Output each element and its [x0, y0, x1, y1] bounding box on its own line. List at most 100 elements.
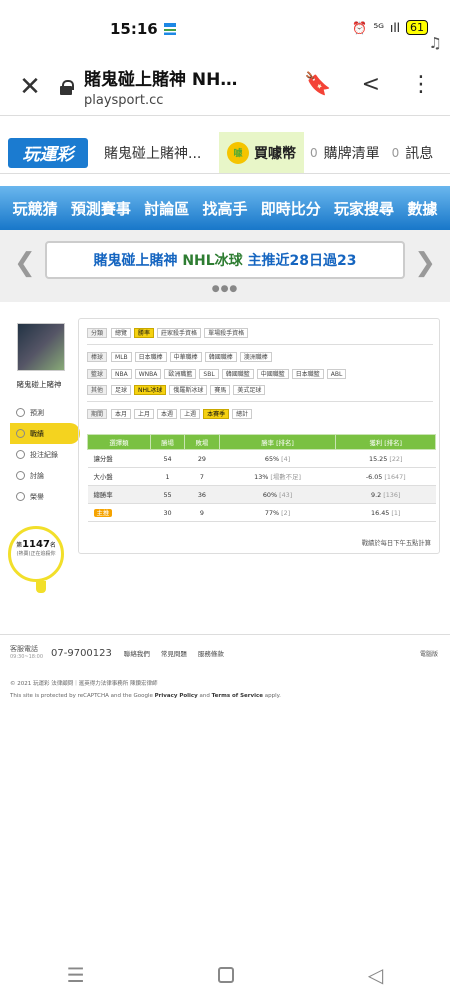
- table-row: 主推 30 9 77% [2] 16.45 [1]: [87, 503, 436, 522]
- filter-chip[interactable]: 歐洲職籃: [164, 368, 197, 379]
- filter-chip[interactable]: 總覽: [111, 328, 132, 338]
- sidebar-item-label: 榮譽: [30, 492, 44, 501]
- filter-chip[interactable]: NBA: [111, 368, 132, 379]
- privacy-link[interactable]: Privacy Policy: [155, 693, 198, 699]
- banner-message[interactable]: 賭鬼碰上賭神 NHL冰球 主推近28日過23: [45, 241, 405, 279]
- filter-chip[interactable]: SBL: [199, 368, 219, 379]
- nav-item[interactable]: 玩競猜: [13, 198, 58, 219]
- header-user-name[interactable]: 賭鬼碰上賭神...: [104, 143, 214, 163]
- footer-link-faq[interactable]: 常見問題: [161, 648, 187, 658]
- cart-button[interactable]: 0 購牌清單: [304, 143, 386, 163]
- message-count: 0: [391, 145, 400, 160]
- filter-chip[interactable]: WNBA: [134, 368, 162, 379]
- filter-chip[interactable]: 莊家殺手資格: [157, 328, 202, 338]
- sidebar-item-label: 討論: [30, 471, 44, 480]
- bulb-icon: [36, 581, 46, 593]
- sidebar-item-bet-history[interactable]: 投注紀錄: [10, 444, 68, 465]
- filter-basketball: 籃球 NBA WNBA 歐洲職籃 SBL 韓國職籃 中國職籃 日本職籃 ABL: [87, 366, 433, 382]
- footer-link-terms[interactable]: 服務條款: [198, 648, 224, 658]
- filter-chip-selected[interactable]: NHL冰球: [134, 385, 167, 395]
- filter-chip[interactable]: 韓國職籃: [221, 368, 254, 379]
- nav-item[interactable]: 討論區: [144, 198, 189, 219]
- filter-chip[interactable]: ABL: [326, 368, 347, 379]
- sidebar-item-honor[interactable]: 榮譽: [10, 486, 68, 507]
- sidebar-item-label: 預測: [30, 408, 44, 417]
- row-profit: 16.45 [1]: [335, 503, 436, 522]
- filter-chip[interactable]: 足球: [111, 385, 132, 395]
- sidebar-item-discussion[interactable]: 討論: [10, 465, 68, 486]
- table-row: 讓分盤 54 29 65% [4] 15.25 [22]: [87, 449, 436, 468]
- filter-chip[interactable]: 本月: [111, 409, 132, 419]
- filter-chip[interactable]: 韓國職棒: [204, 352, 237, 362]
- filter-chip[interactable]: 賽馬: [210, 385, 231, 395]
- rank-bulb[interactable]: 第1147名 (熱賣)正在追殺你: [8, 526, 64, 593]
- filter-chip[interactable]: 中華職棒: [169, 352, 202, 362]
- recaptcha-note: This site is protected by reCAPTCHA and …: [10, 693, 440, 699]
- alarm-icon: ⏰: [352, 20, 368, 35]
- chevron-left-icon[interactable]: ❮: [14, 248, 36, 278]
- filter-chip[interactable]: 俄羅斯冰球: [169, 385, 208, 395]
- row-type: 總勝率: [87, 485, 151, 504]
- user-name: 賭鬼碰上賭神: [16, 380, 62, 389]
- row-lose: 29: [184, 449, 220, 468]
- row-type: 主推: [87, 503, 151, 522]
- terms-link[interactable]: Terms of Service: [212, 693, 263, 699]
- avatar[interactable]: [17, 323, 65, 371]
- sidebar-item-predict[interactable]: 預測: [10, 402, 68, 423]
- row-lose: 36: [184, 485, 220, 504]
- filter-chip[interactable]: MLB: [111, 352, 132, 362]
- filter-chip[interactable]: 美式足球: [233, 385, 266, 395]
- share-icon[interactable]: <: [362, 72, 380, 97]
- page-title-block[interactable]: 賭鬼碰上賭神 NH… playsport.cc: [84, 65, 237, 108]
- row-type: 讓分盤: [87, 449, 151, 468]
- service-phone[interactable]: 07-9700123: [51, 648, 112, 659]
- filter-chip[interactable]: 上週: [180, 409, 201, 419]
- home-icon[interactable]: [218, 967, 235, 983]
- profit-rank: [1]: [391, 508, 401, 517]
- footer: 客服電話 09:30~18:00 07-9700123 聯絡我們 常見問題 服務條…: [0, 634, 450, 709]
- filter-chip[interactable]: 澳洲職棒: [239, 352, 272, 362]
- banner-dots: ●●●: [211, 284, 239, 294]
- page-url: playsport.cc: [84, 93, 164, 108]
- close-icon[interactable]: ✕: [0, 72, 60, 102]
- filter-chip[interactable]: 日本職籃: [291, 368, 324, 379]
- nav-item[interactable]: 玩家搜尋: [334, 198, 394, 219]
- content-area: 賭鬼碰上賭神 預測 戰績 投注紀錄 討論 榮譽 第1147名 (熱賣)正在追殺你…: [0, 318, 450, 618]
- main-pick-badge: 主推: [93, 509, 113, 517]
- chevron-right-icon[interactable]: ❯: [414, 248, 436, 278]
- footer-link-contact[interactable]: 聯絡我們: [124, 648, 150, 658]
- main-nav: 玩競猜 預測賽事 討論區 找高手 即時比分 玩家搜尋 數據: [0, 186, 450, 230]
- battery-icon: 61: [406, 20, 428, 35]
- nav-item[interactable]: 找高手: [202, 198, 247, 219]
- site-logo[interactable]: 玩運彩: [8, 137, 88, 168]
- nav-item[interactable]: 即時比分: [261, 198, 321, 219]
- filter-chip[interactable]: 本週: [157, 409, 178, 419]
- sidebar-item-record[interactable]: 戰績: [10, 423, 80, 444]
- message-label: 訊息: [405, 145, 434, 162]
- row-lose: 9: [184, 503, 220, 522]
- user-sidebar: 賭鬼碰上賭神 預測 戰績 投注紀錄 討論 榮譽: [10, 318, 80, 507]
- profit-value: 16.45: [371, 508, 390, 517]
- banner-name: 賭鬼碰上賭神: [93, 253, 178, 269]
- divider: [87, 344, 433, 345]
- filter-chip[interactable]: 中國職籃: [256, 368, 289, 379]
- menu-icon[interactable]: ⋮: [410, 72, 432, 97]
- recaptcha-and: and: [199, 693, 210, 699]
- filter-chip-selected[interactable]: 勝率: [134, 328, 155, 338]
- nav-item[interactable]: 預測賽事: [71, 198, 131, 219]
- buy-coin-button[interactable]: 噱買噱幣: [219, 132, 304, 173]
- back-icon[interactable]: ◁: [368, 963, 383, 987]
- bookmark-icon[interactable]: 🔖: [304, 72, 331, 97]
- record-table: 選擇類 勝場 敗場 勝率 [排名] 獲利 [排名] 讓分盤 54 29 65% …: [87, 434, 436, 522]
- nav-item[interactable]: 數據: [407, 198, 437, 219]
- filter-chip[interactable]: 單場殺手資格: [204, 328, 249, 338]
- filter-chip-selected[interactable]: 本賽季: [203, 409, 230, 419]
- recent-apps-icon[interactable]: ☰: [67, 963, 85, 987]
- filter-chip[interactable]: 總計: [232, 409, 253, 419]
- message-button[interactable]: 0 訊息: [386, 143, 440, 163]
- filter-chip[interactable]: 日本職棒: [134, 352, 167, 362]
- filter-chip[interactable]: 上月: [134, 409, 155, 419]
- recaptcha-text: This site is protected by reCAPTCHA and …: [10, 693, 153, 699]
- filter-label: 其他: [87, 385, 108, 395]
- desktop-version-link[interactable]: 電腦版: [420, 649, 438, 658]
